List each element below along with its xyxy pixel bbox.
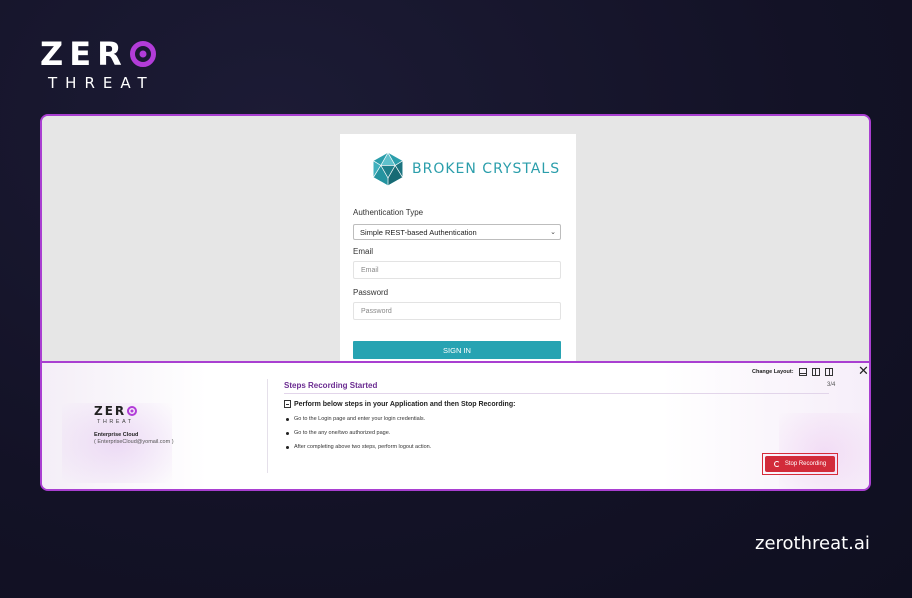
steps-recording-title: Steps Recording Started xyxy=(284,381,378,390)
step-counter: 3/4 xyxy=(827,382,836,388)
stop-recording-label: Stop Recording xyxy=(784,461,827,467)
password-label: Password xyxy=(353,288,389,297)
broken-crystals-title: BROKEN CRYSTALS xyxy=(412,161,561,177)
layout-bottom-icon[interactable] xyxy=(798,368,807,376)
logo-target-o-icon xyxy=(129,41,156,67)
broken-crystals-logo: BROKEN CRYSTALS xyxy=(370,151,560,187)
panel-divider xyxy=(267,379,268,473)
bullet-icon xyxy=(286,431,289,435)
stop-recording-button[interactable]: Stop Recording xyxy=(765,456,835,472)
panel-zerothreat-logo: ZER THREAT xyxy=(94,405,138,425)
logo-wordmark-zero: ZER xyxy=(40,38,170,70)
password-field[interactable]: Password xyxy=(353,302,561,320)
instruction-heading: Perform below steps in your Application … xyxy=(284,400,515,408)
list-item: Go to the Login page and enter your logi… xyxy=(286,416,431,422)
website-url: zerothreat.ai xyxy=(755,533,870,554)
application-area: BROKEN CRYSTALS Authentication Type Simp… xyxy=(42,116,869,362)
auth-type-select[interactable]: Simple REST-based Authentication ⌄ xyxy=(353,224,561,240)
email-label: Email xyxy=(353,247,374,256)
bullet-icon xyxy=(286,417,289,421)
recording-panel: ZER THREAT Enterprise Cloud ( Enterprise… xyxy=(42,361,869,489)
enterprise-email: ( EnterpriseCloud@yomail.com ) xyxy=(94,439,174,445)
password-placeholder: Password xyxy=(361,307,392,315)
bullet-icon xyxy=(286,445,289,449)
email-field[interactable]: Email xyxy=(353,261,561,279)
logo-wordmark-threat: THREAT xyxy=(48,74,155,92)
layout-right-icon[interactable] xyxy=(824,368,833,376)
auth-type-label: Authentication Type xyxy=(353,208,424,217)
zerothreat-logo: ZER THREAT xyxy=(40,38,170,92)
title-divider xyxy=(284,393,829,394)
document-icon xyxy=(284,400,291,408)
steps-list: Go to the Login page and enter your logi… xyxy=(286,416,431,458)
change-layout-label: Change Layout: xyxy=(752,369,794,375)
instruction-text: Perform below steps in your Application … xyxy=(294,400,516,408)
screenshot-frame: BROKEN CRYSTALS Authentication Type Simp… xyxy=(40,114,871,491)
stop-recording-highlight: Stop Recording xyxy=(762,453,838,475)
email-placeholder: Email xyxy=(361,266,379,274)
stop-spinner-icon xyxy=(773,461,780,467)
login-card: BROKEN CRYSTALS Authentication Type Simp… xyxy=(340,134,576,362)
list-item: Go to the any one/two authorized page. xyxy=(286,430,431,436)
enterprise-name: Enterprise Cloud xyxy=(94,432,139,438)
logo-target-o-icon xyxy=(127,406,138,416)
change-layout-bar: Change Layout: xyxy=(752,368,838,376)
auth-type-value: Simple REST-based Authentication xyxy=(360,227,477,237)
chevron-down-icon: ⌄ xyxy=(550,229,556,236)
close-icon[interactable]: ✕ xyxy=(858,364,869,377)
list-item: After completing above two steps, perfor… xyxy=(286,444,431,450)
sign-in-button[interactable]: SIGN IN xyxy=(353,341,561,359)
layout-left-icon[interactable] xyxy=(811,368,820,376)
crystal-icon xyxy=(373,152,403,186)
panel-glow-right xyxy=(779,413,869,489)
